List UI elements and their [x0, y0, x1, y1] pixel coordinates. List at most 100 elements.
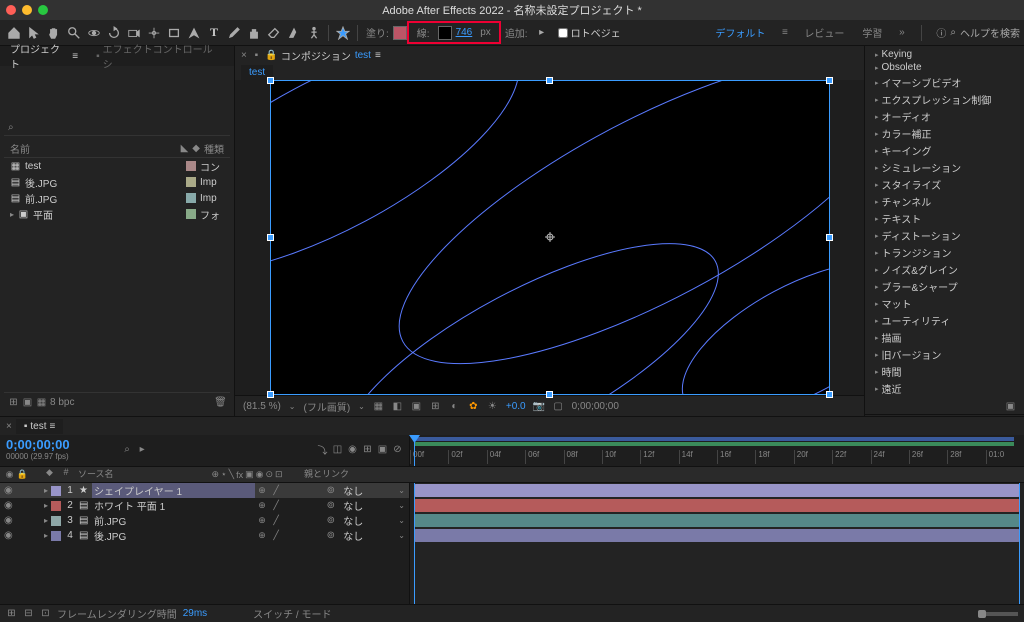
layer-row[interactable]: ◉ ▸ 4 ▤ 後.JPG ⊕ ╱ ⊚ なし ⌄ — [0, 528, 409, 543]
effect-group[interactable]: ノイズ&グレイン — [865, 261, 1024, 278]
workspace-learn[interactable]: 学習 — [858, 25, 886, 40]
show-snapshot-icon[interactable]: ▢ — [553, 401, 564, 412]
effect-group[interactable]: キーイング — [865, 142, 1024, 159]
layer-track[interactable] — [414, 514, 1020, 527]
color-mgmt-icon[interactable]: ✿ — [468, 401, 479, 412]
layer-track[interactable] — [414, 499, 1020, 512]
layer-switches[interactable]: ⊕ ╱ — [258, 530, 322, 541]
comp-new-icon[interactable]: ▦ — [36, 397, 47, 408]
handle-se[interactable] — [826, 391, 833, 398]
effect-group[interactable]: イマーシブビデオ — [865, 74, 1024, 91]
effect-group[interactable]: エクスプレッション制御 — [865, 91, 1024, 108]
label-swatch[interactable] — [186, 209, 196, 219]
col-name[interactable]: 名前 — [10, 141, 181, 156]
zoom-slider[interactable] — [978, 612, 1018, 616]
exposure-value[interactable]: +0.0 — [506, 401, 526, 412]
parent-pickwhip-icon[interactable]: ⊚ — [325, 500, 336, 511]
layer-label-swatch[interactable] — [51, 501, 61, 511]
effect-group[interactable]: スタイライズ — [865, 176, 1024, 193]
layer-name[interactable]: ホワイト 平面 1 — [92, 498, 255, 513]
handle-w[interactable] — [267, 234, 274, 241]
handle-s[interactable] — [546, 391, 553, 398]
playhead[interactable] — [414, 435, 415, 466]
region-icon[interactable]: ▣ — [411, 401, 422, 412]
timeline-tab[interactable]: ▪ test ≡ — [16, 419, 64, 434]
effect-group[interactable]: トランジション — [865, 244, 1024, 261]
time-ruler-area[interactable]: 00f02f04f06f08f10f12f14f16f18f20f22f24f2… — [410, 435, 1024, 466]
label-swatch[interactable] — [186, 193, 196, 203]
col-type[interactable]: 種類 — [204, 141, 224, 156]
stroke-swatch[interactable] — [438, 26, 452, 40]
layer-track[interactable] — [414, 529, 1020, 542]
shy-icon[interactable]: ⤵ — [317, 444, 328, 455]
stroke-width-value[interactable]: 746 — [456, 27, 473, 38]
toggle-switches-icon[interactable]: ⊞ — [6, 608, 17, 619]
workspace-default[interactable]: デフォルト — [711, 25, 769, 40]
frame-blend-icon[interactable]: ◫ — [332, 444, 343, 455]
effect-group[interactable]: ユーティリティ — [865, 312, 1024, 329]
playhead-line[interactable] — [414, 483, 415, 604]
label-swatch[interactable] — [186, 161, 196, 171]
visibility-toggle[interactable]: ◉ — [4, 500, 14, 511]
workspace-review[interactable]: レビュー — [800, 25, 848, 40]
comp-mini-icon[interactable]: ▸ — [137, 444, 148, 455]
visibility-toggle[interactable]: ◉ — [4, 515, 14, 526]
layer-switches[interactable]: ⊕ ╱ — [258, 515, 322, 526]
preview-time[interactable]: 0;00;00;00 — [572, 401, 619, 412]
handle-nw[interactable] — [267, 77, 274, 84]
layer-track[interactable] — [414, 484, 1020, 497]
trash-icon[interactable]: 🗑 — [215, 397, 226, 408]
effect-group[interactable]: チャンネル — [865, 193, 1024, 210]
rotobezier-checkbox[interactable]: ロトベジェ — [558, 25, 621, 40]
lock-col-icon[interactable]: 🔒 — [17, 469, 28, 480]
clone-tool-icon[interactable] — [245, 24, 263, 42]
draft-3d-icon[interactable]: ▣ — [377, 444, 388, 455]
layer-label-swatch[interactable] — [51, 516, 61, 526]
interpret-icon[interactable]: ⊞ — [8, 397, 19, 408]
graph-editor-icon[interactable]: ⊞ — [362, 444, 373, 455]
render-icon[interactable]: ⊘ — [392, 444, 403, 455]
transparency-icon[interactable]: ▦ — [373, 401, 384, 412]
roto-tool-icon[interactable] — [285, 24, 303, 42]
star-tool-icon[interactable] — [334, 24, 352, 42]
expand-arrow-icon[interactable]: ▸ — [44, 516, 48, 525]
effect-group[interactable]: 旧バージョン — [865, 346, 1024, 363]
label-icon[interactable]: ◆ — [192, 143, 200, 154]
folder-new-icon[interactable]: ▣ — [22, 397, 33, 408]
project-item[interactable]: ▸ ▣ 平面 フォ — [4, 206, 230, 222]
effect-group[interactable]: 遠近 — [865, 380, 1024, 397]
exposure-icon[interactable]: ☀ — [487, 401, 498, 412]
viewport[interactable] — [235, 80, 864, 395]
layer-name[interactable]: シェイプレイヤー 1 — [92, 483, 255, 498]
add-dropdown-icon[interactable]: ▸ — [533, 24, 551, 42]
parent-pickwhip-icon[interactable]: ⊚ — [325, 485, 336, 496]
label-col-icon[interactable]: ◆ — [44, 467, 55, 478]
toggle-in-out-icon[interactable]: ⊡ — [40, 608, 51, 619]
effect-group[interactable]: シミュレーション — [865, 159, 1024, 176]
project-item[interactable]: ▤ 前.JPG Imp — [4, 190, 230, 206]
layer-row[interactable]: ◉ ▸ 2 ▤ ホワイト 平面 1 ⊕ ╱ ⊚ なし ⌄ — [0, 498, 409, 513]
parent-pickwhip-icon[interactable]: ⊚ — [325, 515, 336, 526]
handle-e[interactable] — [826, 234, 833, 241]
handle-ne[interactable] — [826, 77, 833, 84]
search-icon[interactable]: ⌕ — [122, 444, 133, 455]
layer-name[interactable]: 後.JPG — [92, 528, 255, 543]
expand-arrow-icon[interactable]: ▸ — [44, 501, 48, 510]
handle-n[interactable] — [546, 77, 553, 84]
effect-group[interactable]: カラー補正 — [865, 125, 1024, 142]
end-marker[interactable] — [1019, 483, 1020, 604]
selection-bbox[interactable] — [270, 80, 830, 395]
guides-icon[interactable]: ⊞ — [430, 401, 441, 412]
layers-right[interactable] — [410, 483, 1024, 604]
layer-name[interactable]: 前.JPG — [92, 513, 255, 528]
effect-group[interactable]: ブラー&シャープ — [865, 278, 1024, 295]
layer-row[interactable]: ◉ ▸ 1 ★ シェイプレイヤー 1 ⊕ ╱ ⊚ なし ⌄ — [0, 483, 409, 498]
lock-icon[interactable]: 🔒 — [266, 50, 277, 61]
effect-group[interactable]: 時間 — [865, 363, 1024, 380]
parent-dropdown[interactable]: なし — [339, 513, 395, 528]
close-tab-icon[interactable]: × — [241, 50, 247, 61]
effect-group[interactable]: マット — [865, 295, 1024, 312]
comp-name-link[interactable]: test — [355, 50, 371, 61]
parent-dropdown[interactable]: なし — [339, 528, 395, 543]
col-parent[interactable]: 親とリンク — [300, 467, 1024, 482]
